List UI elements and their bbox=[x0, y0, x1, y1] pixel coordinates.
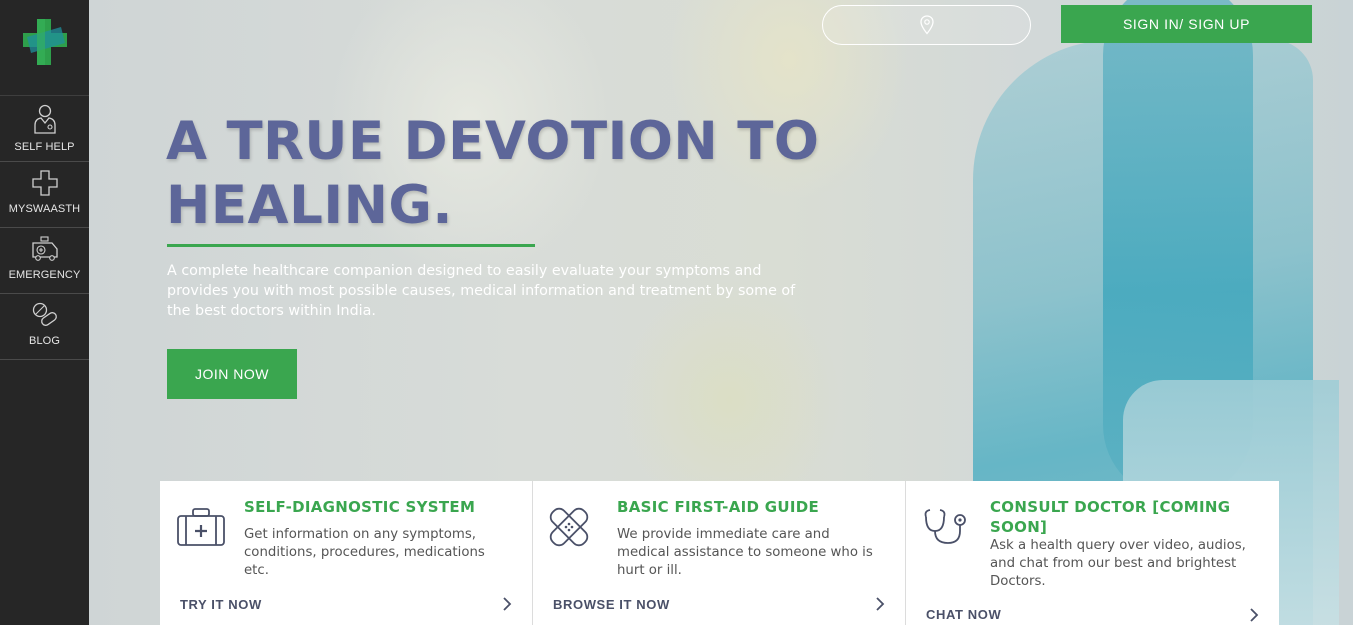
logo[interactable] bbox=[0, 0, 89, 96]
chevron-right-icon[interactable] bbox=[1249, 608, 1259, 622]
card-title: SELF-DIAGNOSTIC SYSTEM bbox=[244, 498, 476, 516]
card-text: Get information on any symptoms, conditi… bbox=[244, 527, 485, 578]
feature-cards: SELF-DIAGNOSTIC SYSTEM Get information o… bbox=[160, 481, 1279, 625]
bandage-icon bbox=[549, 507, 589, 547]
hero-headline: A TRUE DEVOTION TO HEALING. bbox=[166, 111, 820, 236]
pills-icon bbox=[32, 302, 57, 326]
sidebar-item-label: BLOG bbox=[29, 335, 60, 347]
feature-card-first-aid: BASIC FIRST-AID GUIDE We provide immedia… bbox=[533, 481, 906, 625]
sidebar-item-label: EMERGENCY bbox=[8, 269, 81, 281]
try-it-now-link[interactable]: TRY IT NOW bbox=[180, 597, 262, 612]
chevron-right-icon[interactable] bbox=[875, 597, 885, 611]
sidebar-item-self-help[interactable]: SELF HELP bbox=[0, 96, 89, 162]
browse-it-now-link[interactable]: BROWSE IT NOW bbox=[553, 597, 670, 612]
chat-now-link[interactable]: CHAT NOW bbox=[926, 607, 1001, 622]
sidebar-item-blog[interactable]: BLOG bbox=[0, 294, 89, 360]
sidebar: SELF HELP MYSWAASTH EMERGENCY BLOG bbox=[0, 0, 89, 625]
cross-logo bbox=[22, 19, 67, 65]
doctor-icon bbox=[33, 104, 56, 134]
card-title: BASIC FIRST-AID GUIDE bbox=[617, 498, 820, 516]
feature-card-self-diagnostic: SELF-DIAGNOSTIC SYSTEM Get information o… bbox=[160, 481, 533, 625]
card-text: We provide immediate care and medical as… bbox=[617, 527, 873, 578]
card-text: Ask a health query over video, audios, a… bbox=[990, 538, 1246, 589]
sidebar-item-label: MYSWAASTH bbox=[8, 203, 81, 215]
sign-in-button[interactable]: SIGN IN/ SIGN UP bbox=[1061, 5, 1312, 43]
sidebar-item-label: SELF HELP bbox=[14, 141, 75, 153]
hero-description: A complete healthcare companion designed… bbox=[167, 263, 796, 319]
feature-card-consult-doctor: CONSULT DOCTOR [COMING SOON] Ask a healt… bbox=[906, 481, 1279, 625]
headline-underline bbox=[167, 244, 535, 247]
stethoscope-icon bbox=[924, 509, 966, 544]
sidebar-item-myswaasth[interactable]: MYSWAASTH bbox=[0, 162, 89, 228]
ambulance-icon bbox=[31, 236, 58, 261]
plus-cross-icon bbox=[31, 170, 58, 196]
join-now-button[interactable]: JOIN NOW bbox=[167, 349, 297, 399]
sidebar-item-emergency[interactable]: EMERGENCY bbox=[0, 228, 89, 294]
chevron-right-icon[interactable] bbox=[502, 597, 512, 611]
location-pin-icon bbox=[919, 15, 934, 35]
card-title: CONSULT DOCTOR [COMING SOON] bbox=[990, 498, 1231, 536]
location-selector[interactable] bbox=[822, 5, 1031, 45]
medical-kit-icon bbox=[177, 508, 225, 546]
